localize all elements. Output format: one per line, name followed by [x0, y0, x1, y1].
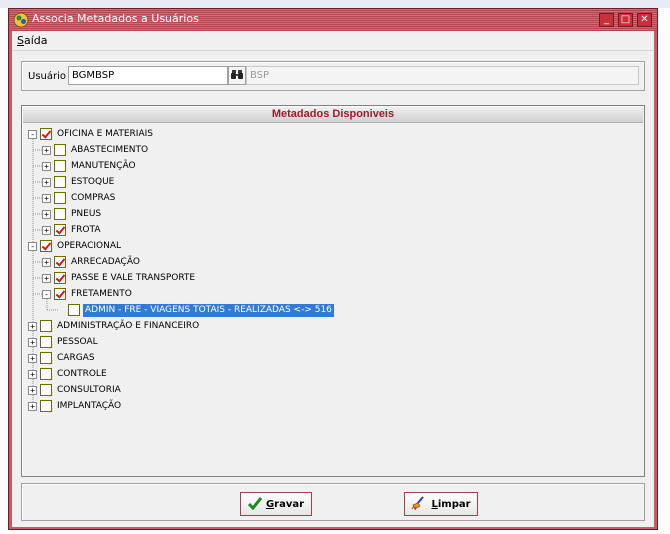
expand-icon[interactable]: +: [42, 225, 51, 235]
tree-node-label: PASSE E VALE TRANSPORTE: [71, 272, 196, 283]
tree-node[interactable]: + PESSOAL: [28, 334, 100, 350]
tree-node[interactable]: + IMPLANTAÇÃO: [28, 398, 123, 414]
tree-node-label: OPERACIONAL: [57, 240, 122, 251]
save-button-label: Gravar: [265, 498, 305, 510]
tree-node[interactable]: - FRETAMENTO: [42, 286, 134, 302]
maximize-button[interactable]: □: [618, 13, 633, 27]
tree-node-checkbox[interactable]: [40, 352, 52, 364]
button-panel: Gravar Limpar: [21, 483, 645, 521]
tree-node-checkbox[interactable]: [40, 368, 52, 380]
tree-node[interactable]: - OFICINA E MATERIAIS: [28, 126, 155, 142]
main-window: Associa Metadados a Usuários _ □ ✕ Saída…: [8, 8, 658, 530]
menu-bar: Saída: [12, 31, 654, 51]
user-label: Usuário: [28, 71, 67, 82]
collapse-icon[interactable]: -: [28, 129, 37, 139]
clear-button-label: Limpar: [431, 498, 471, 510]
tree-node-label: FRETAMENTO: [71, 288, 132, 299]
tree-node-label: OFICINA E MATERIAIS: [57, 128, 153, 139]
tree-node[interactable]: ADMIN - FRE - VIAGENS TOTAIS - REALIZADA…: [56, 302, 334, 318]
clear-button[interactable]: Limpar: [404, 492, 478, 516]
tree-node-label: COMPRAS: [71, 192, 116, 203]
tree-node-label: ADMINISTRAÇÃO E FINANCEIRO: [57, 320, 200, 331]
expand-icon[interactable]: +: [28, 353, 37, 363]
tree-node-label: ABASTECIMENTO: [71, 144, 149, 155]
expand-icon[interactable]: +: [28, 385, 37, 395]
binoculars-icon: [231, 69, 243, 83]
expand-icon[interactable]: +: [28, 337, 37, 347]
tree-node-checkbox[interactable]: [40, 320, 52, 332]
title-bar[interactable]: Associa Metadados a Usuários _ □ ✕: [9, 9, 657, 31]
expand-icon[interactable]: +: [42, 193, 51, 203]
tree-node-checkbox[interactable]: [40, 240, 52, 252]
tree-node-label: CONSULTORIA: [57, 384, 121, 395]
tree-node-checkbox[interactable]: [40, 128, 52, 140]
window-title: Associa Metadados a Usuários: [32, 12, 199, 25]
tree-node-checkbox[interactable]: [54, 288, 66, 300]
expand-icon[interactable]: +: [42, 273, 51, 283]
tree-node-checkbox[interactable]: [68, 304, 80, 316]
tree-node-checkbox[interactable]: [40, 400, 52, 412]
tree-node[interactable]: + ADMINISTRAÇÃO E FINANCEIRO: [28, 318, 201, 334]
tree-node-checkbox[interactable]: [54, 144, 66, 156]
expand-icon[interactable]: +: [42, 161, 51, 171]
tree-node[interactable]: + CARGAS: [28, 350, 97, 366]
tree-node-label: CARGAS: [57, 352, 95, 363]
app-icon: [13, 12, 29, 28]
tree-node-checkbox[interactable]: [40, 384, 52, 396]
close-button[interactable]: ✕: [637, 13, 652, 27]
tree-node-checkbox[interactable]: [54, 272, 66, 284]
window-client-area: Saída Usuário BSP Metadados Dispon: [12, 31, 654, 527]
tree-node-label: CONTROLE: [57, 368, 107, 379]
tree-node[interactable]: + CONSULTORIA: [28, 382, 123, 398]
tree-node-checkbox[interactable]: [54, 192, 66, 204]
collapse-icon[interactable]: -: [28, 241, 37, 251]
tree-node-checkbox[interactable]: [54, 176, 66, 188]
tree-node-label: PNEUS: [71, 208, 102, 219]
user-lookup-button[interactable]: [228, 66, 246, 85]
broom-icon: [411, 495, 427, 513]
tree-node[interactable]: + PNEUS: [42, 206, 103, 222]
tree-node-label: ESTOQUE: [71, 176, 115, 187]
expand-icon[interactable]: +: [42, 257, 51, 267]
screen-top-strip: [0, 0, 670, 8]
tree-node-label: FROTA: [71, 224, 101, 235]
tree-node-label: ADMIN - FRE - VIAGENS TOTAIS - REALIZADA…: [83, 303, 334, 317]
tree-node-checkbox[interactable]: [54, 256, 66, 268]
tree-node[interactable]: + ARRECADAÇÃO: [42, 254, 142, 270]
user-description-field: BSP: [246, 66, 639, 85]
tree-node-label: IMPLANTAÇÃO: [57, 400, 122, 411]
tree-node[interactable]: + ABASTECIMENTO: [42, 142, 150, 158]
tree-node[interactable]: + MANUTENÇÃO: [42, 158, 138, 174]
minimize-button[interactable]: _: [599, 13, 614, 27]
tree-node[interactable]: + ESTOQUE: [42, 174, 116, 190]
tree-node-checkbox[interactable]: [54, 208, 66, 220]
expand-icon[interactable]: +: [42, 209, 51, 219]
tree-node[interactable]: + CONTROLE: [28, 366, 109, 382]
tree-node-label: ARRECADAÇÃO: [71, 256, 140, 267]
collapse-icon[interactable]: -: [42, 289, 51, 299]
user-input[interactable]: [68, 66, 228, 85]
expand-icon[interactable]: +: [28, 369, 37, 379]
tree-node-label: PESSOAL: [57, 336, 98, 347]
expand-icon[interactable]: +: [42, 145, 51, 155]
tree-node-checkbox[interactable]: [54, 224, 66, 236]
expand-icon[interactable]: +: [28, 321, 37, 331]
tree-node[interactable]: - OPERACIONAL: [28, 238, 123, 254]
expand-icon[interactable]: +: [42, 177, 51, 187]
tree-node[interactable]: + FROTA: [42, 222, 102, 238]
tree-node-checkbox[interactable]: [40, 336, 52, 348]
expand-icon[interactable]: +: [28, 401, 37, 411]
user-panel: Usuário BSP: [21, 61, 645, 91]
tree-node[interactable]: + COMPRAS: [42, 190, 117, 206]
metadata-tree-panel: Metadados Disponiveis - OFICINA E MATERIA…: [21, 105, 645, 477]
save-button[interactable]: Gravar: [240, 492, 312, 516]
tree-node-checkbox[interactable]: [54, 160, 66, 172]
menu-item-saida[interactable]: Saída: [17, 34, 48, 47]
tree-node-label: MANUTENÇÃO: [71, 160, 136, 171]
tree-node[interactable]: + PASSE E VALE TRANSPORTE: [42, 270, 197, 286]
checkmark-icon: [247, 496, 263, 513]
